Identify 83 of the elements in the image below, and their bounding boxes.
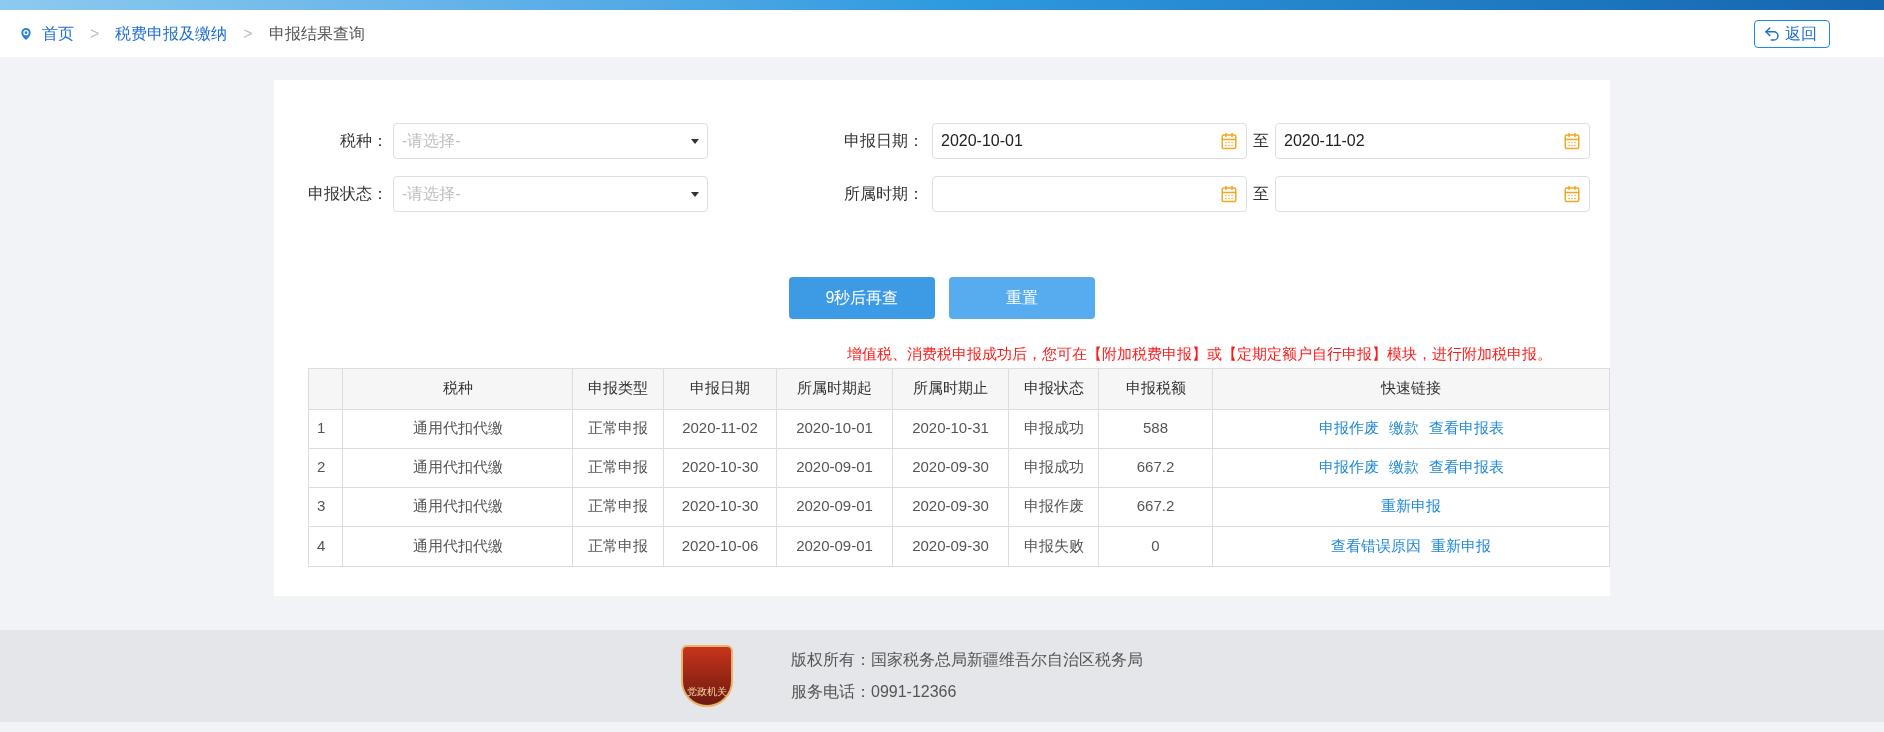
table-cell-text: 正常申报 — [588, 535, 648, 556]
table-link[interactable]: 缴款 — [1388, 417, 1419, 440]
table-link[interactable]: 重新申报 — [1431, 534, 1491, 558]
table-link[interactable]: 申报作废 — [1318, 456, 1379, 479]
footer-text: 服务电话：0991-12366 — [791, 682, 958, 702]
date-value: 2020-10-01 — [941, 131, 1023, 151]
table-cell-text: 申报作废 — [1023, 496, 1084, 517]
reset-button[interactable]: 重置 — [949, 277, 1095, 319]
column-header: 申报类型 — [588, 378, 648, 399]
filter-label: 申报状态： — [308, 184, 389, 204]
range-separator: 至 — [1252, 131, 1270, 151]
emblem-text: 党政机关 — [687, 687, 727, 697]
range-separator: 至 — [1252, 184, 1270, 204]
search-button[interactable]: 9秒后再查 — [789, 277, 935, 319]
table-cell-text: 2020-09-30 — [912, 496, 989, 517]
table-link[interactable]: 查看申报表 — [1428, 456, 1504, 479]
table-cell-text: 667.2 — [1136, 496, 1175, 517]
table-cell-text: 0 — [1151, 535, 1160, 556]
filter-label: 申报日期： — [843, 131, 925, 151]
calendar-icon[interactable] — [1563, 132, 1581, 150]
table-cell-text: 申报成功 — [1023, 457, 1084, 478]
table-cell-text: 1 — [317, 418, 326, 439]
table-cell-text: 2020-09-30 — [912, 535, 989, 556]
table-cell-text: 2020-10-01 — [796, 418, 873, 439]
table-cell-text: 2020-10-30 — [681, 496, 759, 517]
date-field[interactable] — [1275, 176, 1590, 212]
location-pin-icon — [18, 25, 34, 42]
calendar-icon[interactable] — [1220, 132, 1238, 150]
table-cell-text: 588 — [1143, 418, 1168, 439]
back-arrow-icon — [1763, 24, 1781, 43]
table-cell-text: 2020-10-31 — [912, 418, 989, 439]
table-cell-text: 2020-10-30 — [681, 457, 759, 478]
filter-label: 税种： — [339, 131, 389, 151]
table-link[interactable]: 查看申报表 — [1428, 417, 1504, 440]
column-header: 申报状态 — [1023, 378, 1084, 399]
column-header: 快速链接 — [1381, 378, 1441, 399]
caret-icon — [691, 138, 699, 144]
footer-text: 版权所有：国家税务总局新疆维吾尔自治区税务局 — [791, 650, 1143, 670]
table-cell-text: 2 — [317, 457, 326, 478]
table-cell-text: 正常申报 — [588, 418, 648, 439]
table-cell-text: 通用代扣代缴 — [412, 535, 503, 556]
back-button[interactable]: 返回 — [1754, 19, 1830, 48]
select-placeholder: -请选择- — [402, 184, 461, 204]
column-header: 申报税额 — [1125, 378, 1186, 399]
breadcrumb-item: 申报结果查询 — [268, 23, 365, 44]
breadcrumb-separator: > — [243, 23, 253, 44]
select-placeholder: -请选择- — [402, 131, 461, 151]
table-cell-text: 3 — [317, 496, 326, 517]
table-cell-text: 申报成功 — [1023, 418, 1084, 439]
column-header: 所属时期起 — [797, 378, 872, 399]
calendar-icon[interactable] — [1220, 185, 1238, 203]
table-cell-text: 申报失败 — [1023, 535, 1084, 556]
table-cell-text: 667.2 — [1136, 457, 1175, 478]
table-cell-text: 2020-09-01 — [796, 535, 873, 556]
date-field[interactable]: 2020-11-02 — [1275, 123, 1590, 159]
breadcrumb-item[interactable]: 税费申报及缴纳 — [115, 21, 228, 46]
column-header: 所属时期止 — [913, 378, 988, 399]
breadcrumb-separator: > — [90, 23, 100, 44]
caret-icon — [691, 191, 699, 197]
table-cell-text: 正常申报 — [588, 457, 648, 478]
date-field[interactable]: 2020-10-01 — [932, 123, 1247, 159]
table-link[interactable]: 申报作废 — [1318, 417, 1379, 440]
date-value: 2020-11-02 — [1284, 131, 1365, 151]
table-cell-text: 通用代扣代缴 — [412, 496, 503, 517]
calendar-icon[interactable] — [1563, 185, 1581, 203]
table-cell-text: 2020-10-06 — [681, 535, 759, 556]
table-cell-text: 4 — [317, 535, 326, 556]
column-header: 申报日期 — [690, 378, 750, 399]
table-cell-text: 2020-11-02 — [682, 418, 758, 439]
table-cell-text: 2020-09-30 — [912, 457, 989, 478]
table-cell-text: 2020-09-01 — [796, 457, 873, 478]
filter-label: 所属时期： — [843, 184, 925, 204]
column-header: 税种 — [442, 378, 473, 399]
notice-text: 增值税、消费税申报成功后，您可在【附加税费申报】或【定期定额户自行申报】模块，进行附加税申报。 — [847, 344, 1552, 364]
table-link[interactable]: 缴款 — [1388, 456, 1419, 479]
table-cell-text: 2020-09-01 — [796, 496, 873, 517]
table-link[interactable]: 重新申报 — [1381, 495, 1441, 518]
date-field[interactable] — [932, 176, 1247, 212]
breadcrumb-item[interactable]: 首页 — [42, 21, 74, 46]
table-cell-text: 通用代扣代缴 — [412, 457, 503, 478]
table-link[interactable]: 查看错误原因 — [1331, 534, 1421, 558]
table-cell-text: 通用代扣代缴 — [412, 418, 503, 439]
table-cell-text: 正常申报 — [588, 496, 648, 517]
